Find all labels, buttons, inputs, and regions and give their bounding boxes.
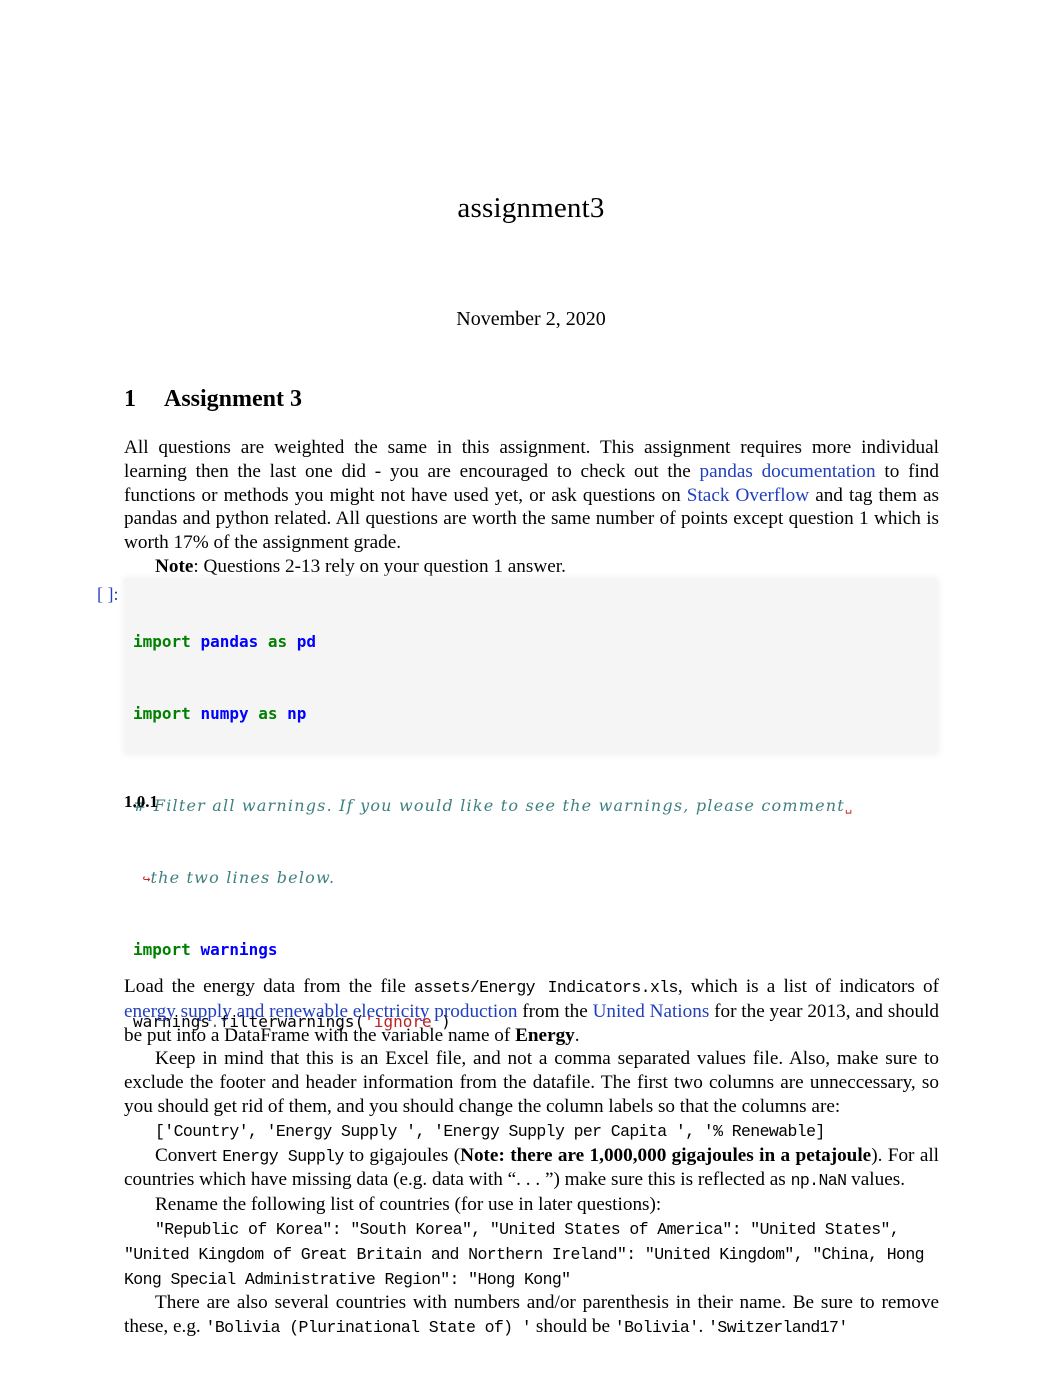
pandas-documentation-link[interactable]: pandas documentation	[700, 461, 876, 482]
section-number: 1	[124, 386, 136, 412]
q1-paragraph-5: There are also several countries with nu…	[124, 1292, 939, 1338]
code-comment-line: # Filter all warnings. If you would like…	[133, 796, 853, 815]
document-page: assignment3 November 2, 2020 1 Assignment…	[0, 0, 1062, 1377]
cell-prompt: [ ]:	[97, 584, 119, 604]
subsection-heading: 1.0.1	[124, 792, 158, 811]
rename-list: "Republic of Korea": "South Korea", "Uni…	[124, 1219, 925, 1289]
q1-text: .	[574, 1024, 580, 1046]
note-label: Note	[155, 555, 194, 577]
energy-variable-name: Energy	[515, 1024, 575, 1046]
q1-paragraph-4: Rename the following list of countries (…	[155, 1194, 662, 1216]
code-line: import warnings	[133, 940, 278, 959]
column-labels: ['Country', 'Energy Supply ', 'Energy Su…	[155, 1121, 825, 1141]
intro-paragraph: All questions are weighted the same in t…	[124, 436, 939, 579]
note-text: : Questions 2-13 rely on your question 1…	[193, 555, 566, 577]
code-line: import numpy as np	[133, 704, 307, 723]
q1-paragraph-2: Keep in mind that this is an Excel file,…	[124, 1048, 939, 1117]
united-nations-link[interactable]: United Nations	[593, 1001, 710, 1022]
q1-text: from the	[517, 1000, 593, 1022]
document-title: assignment3	[457, 192, 605, 224]
code-comment-line: ↪the two lines below.	[142, 868, 336, 887]
note-line: Note: Questions 2-13 rely on your questi…	[124, 555, 939, 579]
line-wrap-icon: ␣	[844, 800, 853, 814]
file-path: assets/Energy Indicators.xls	[414, 978, 678, 997]
section-title: Assignment 3	[164, 386, 303, 412]
document-date: November 2, 2020	[456, 308, 606, 330]
q1-text: , which is a list of indicators of	[677, 976, 940, 997]
code-line: import pandas as pd	[133, 632, 317, 651]
stack-overflow-link[interactable]: Stack Overflow	[687, 485, 809, 506]
energy-supply-link[interactable]: energy supply and renewable electricity …	[124, 1001, 517, 1022]
q1-paragraph-3: Convert Energy Supply to gigajoules (Not…	[124, 1144, 939, 1191]
q1-text: Load the energy data from the file	[124, 976, 415, 997]
section-heading: 1 Assignment 3	[124, 386, 302, 413]
question1-text: Load the energy data from the file asset…	[124, 975, 939, 1340]
